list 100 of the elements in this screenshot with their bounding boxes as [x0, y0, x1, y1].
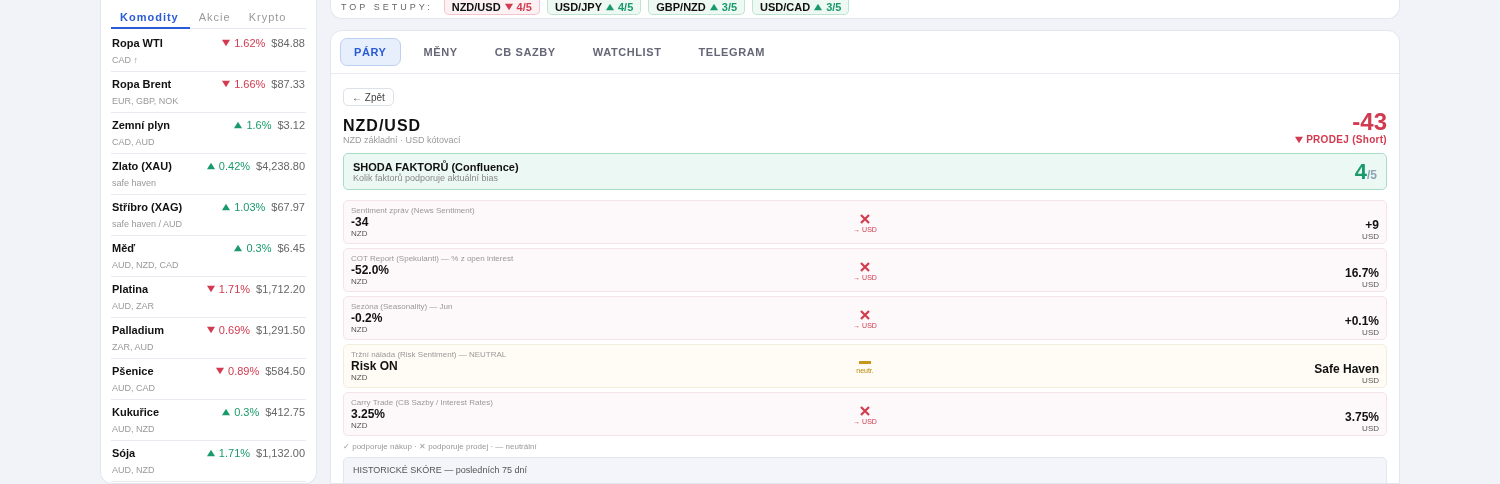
change-percent: 0.3% — [246, 242, 272, 254]
dash-icon — [859, 360, 871, 365]
commodity-item[interactable]: Stříbro (XAG) 1.03% $67.97 safe haven / AUD — [111, 195, 306, 236]
history-title: HISTORICKÉ SKÓRE — posledních 75 dní — [353, 465, 528, 475]
base-currency: NZD — [351, 421, 369, 430]
change-percent: 0.89% — [228, 365, 260, 377]
change-percent: 1.71% — [218, 283, 251, 295]
related-currencies: AUD, NZD — [112, 465, 156, 475]
change-percent: 1.66% — [234, 78, 266, 90]
related-currencies: AUD, ZAR — [112, 301, 155, 311]
setup-pair: NZD/USD — [451, 0, 501, 13]
base-value: Risk ON — [351, 359, 399, 373]
quote-currency: USD — [1361, 279, 1379, 289]
related-currencies: ZAR, AUD — [112, 342, 155, 352]
setup-score: 4/5 — [617, 0, 634, 13]
nav-tab[interactable]: MĚNY — [409, 38, 472, 66]
commodity-price: $87.33 — [271, 78, 305, 90]
quote-value: Safe Haven — [1313, 361, 1379, 376]
setup-chip[interactable]: NZD/USD 4/5 — [443, 0, 540, 15]
commodity-price: $6.45 — [277, 242, 305, 254]
factor-label: Tržní nálada (Risk Sentiment) — NEUTRAL — [351, 350, 508, 359]
related-currencies: AUD, CAD — [112, 383, 156, 393]
pair-title: NZD/USD — [343, 117, 423, 135]
top-setups-label: TOP SETUPY: — [341, 2, 433, 12]
commodity-item[interactable]: Sója 1.71% $1,132.00 AUD, NZD — [111, 441, 306, 482]
related-currencies: AUD, NZD, CAD — [112, 260, 180, 270]
commodity-item[interactable]: Kukuřice 0.3% $412.75 AUD, NZD — [111, 400, 306, 441]
commodity-price: $412.75 — [265, 406, 305, 418]
setup-score: 3/5 — [826, 0, 842, 13]
commodity-item[interactable]: Zemní plyn 1.6% $3.12 CAD, AUD — [111, 113, 306, 154]
cross-icon — [860, 261, 870, 272]
commodity-price: $1,291.50 — [256, 324, 305, 336]
back-button[interactable]: ← Zpět — [343, 88, 394, 106]
confluence-count: 4 — [1354, 158, 1367, 185]
pair-score: -43 — [1351, 110, 1387, 134]
nav-tab[interactable]: WATCHLIST — [578, 38, 676, 66]
cross-icon — [860, 309, 870, 320]
commodity-name: Sója — [112, 447, 137, 459]
commodity-name: Pšenice — [112, 365, 155, 377]
related-currencies: AUD, NZD — [112, 424, 156, 434]
setup-chip[interactable]: USD/CAD 3/5 — [752, 0, 850, 15]
quote-currency: USD — [1361, 423, 1379, 433]
commodity-name: Měď — [112, 242, 137, 254]
factor-label: COT Report (Spekulanti) — % z open interest — [351, 254, 515, 263]
factor-label: Sentiment zpráv (News Sentiment) — [351, 206, 476, 215]
commodity-item[interactable]: Pšenice 0.89% $584.50 AUD, CAD — [111, 359, 306, 400]
commodity-name: Zemní plyn — [112, 119, 172, 131]
pair-subtitle: NZD základní · USD kótovací — [343, 135, 461, 145]
commodity-name: Stříbro (XAG) — [112, 201, 184, 213]
base-value: -0.2% — [351, 311, 384, 325]
legend-text: ✓ podporuje nákup · ✕ podporuje prodej · — neutrální — [343, 442, 538, 451]
change-percent: 1.62% — [234, 37, 266, 49]
commodity-name: Kukuřice — [112, 406, 161, 418]
quote-value: +0.1% — [1343, 313, 1379, 328]
commodity-name: Zlato (XAU) — [112, 160, 173, 172]
related-currencies: safe haven — [112, 178, 158, 188]
quote-value: 3.75% — [1343, 409, 1379, 424]
quote-value: +9 — [1364, 217, 1379, 232]
commodity-price: $1,132.00 — [256, 447, 305, 459]
commodity-price: $1,712.20 — [256, 283, 305, 295]
related-currencies: CAD, AUD — [112, 137, 156, 147]
quote-currency: USD — [1361, 231, 1379, 241]
commodity-name: Palladium — [112, 324, 165, 336]
signal-label: PRODEJ (Short) — [1306, 134, 1387, 145]
setup-pair: USD/JPY — [554, 0, 602, 13]
change-percent: 1.03% — [234, 201, 266, 213]
commodity-item[interactable]: Platina 1.71% $1,712.20 AUD, ZAR — [111, 277, 306, 318]
nav-tab[interactable]: TELEGRAM — [684, 38, 780, 66]
commodity-name: Ropa WTI — [112, 37, 164, 49]
nav-tab[interactable]: PÁRY — [340, 38, 401, 66]
quote-value: 16.7% — [1343, 265, 1379, 280]
setup-score: 3/5 — [721, 0, 738, 13]
commodity-item[interactable]: Ropa Brent 1.66% $87.33 EUR, GBP, NOK — [111, 72, 306, 113]
commodity-item[interactable]: Palladium 0.69% $1,291.50 ZAR, AUD — [111, 318, 306, 359]
base-value: 3.25% — [351, 407, 387, 421]
setup-chip[interactable]: USD/JPY 4/5 — [546, 0, 642, 15]
commodity-price: $3.12 — [277, 119, 305, 131]
commodity-item[interactable]: Ropa WTI 1.62% $84.88 CAD ↑ — [111, 31, 306, 72]
commodity-item[interactable]: Měď 0.3% $6.45 AUD, NZD, CAD — [111, 236, 306, 277]
base-currency: NZD — [351, 373, 369, 382]
confluence-subtitle: Kolik faktorů podporuje aktuální bias — [353, 172, 499, 183]
commodity-price: $584.50 — [265, 365, 305, 377]
confluence-total: /5 — [1367, 167, 1377, 182]
change-percent: 0.42% — [218, 160, 251, 172]
sidebar-tab[interactable]: Komodity — [111, 8, 190, 29]
nav-tab[interactable]: CB SAZBY — [480, 38, 570, 66]
setup-chip[interactable]: GBP/NZD 3/5 — [648, 0, 746, 15]
cross-icon — [860, 405, 870, 416]
setup-pair: USD/CAD — [760, 0, 811, 13]
factor-label: Carry Trade (CB Sazby / Interest Rates) — [351, 398, 494, 407]
setup-score: 4/5 — [516, 0, 532, 13]
commodity-item[interactable]: Zlato (XAU) 0.42% $4,238.80 safe haven — [111, 154, 306, 195]
change-percent: 0.69% — [218, 324, 251, 336]
cross-icon — [860, 213, 870, 224]
commodity-price: $67.97 — [271, 201, 305, 213]
commodity-name: Ropa Brent — [112, 78, 173, 90]
base-value: -34 — [351, 215, 370, 229]
commodity-price: $4,238.80 — [256, 160, 305, 172]
confluence-title: SHODA FAKTORŮ (Confluence) — [353, 160, 519, 173]
base-currency: NZD — [351, 229, 369, 238]
